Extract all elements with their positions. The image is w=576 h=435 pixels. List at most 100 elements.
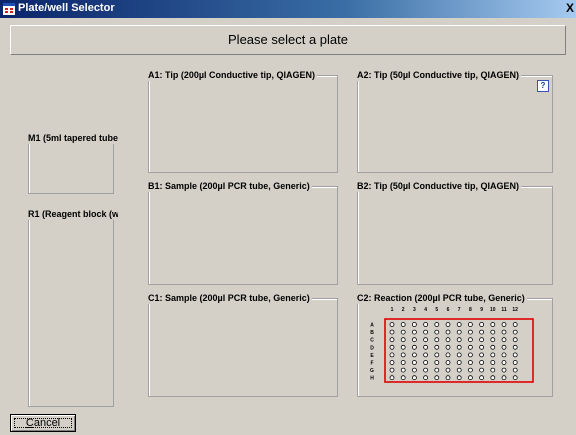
plate-well[interactable] [456,344,462,350]
plate-well[interactable] [456,352,462,358]
plate-well[interactable] [445,375,451,381]
slot-b1[interactable]: B1: Sample (200µl PCR tube, Generic) [148,180,338,285]
plate-well[interactable] [434,352,440,358]
plate-well[interactable] [468,329,473,335]
plate-well[interactable] [389,337,395,343]
plate-well[interactable] [389,367,395,373]
plate-well[interactable] [501,337,507,343]
plate-well[interactable] [445,337,451,343]
plate-well[interactable] [501,344,507,350]
plate-well[interactable] [400,344,406,350]
plate-well[interactable] [423,344,428,350]
plate-well[interactable] [434,367,440,373]
plate-well[interactable] [456,367,462,373]
plate-map[interactable]: 1 2 3 4 5 6 7 8 9 10 11 12ABCDEFGH [358,299,552,396]
plate-well[interactable] [389,360,395,365]
close-icon[interactable]: X [566,0,576,16]
plate-well[interactable] [400,360,406,365]
plate-well[interactable] [412,337,417,343]
plate-well[interactable] [479,375,484,381]
plate-well[interactable] [512,352,518,358]
plate-well[interactable] [512,322,518,327]
plate-well[interactable] [400,322,406,327]
plate-well[interactable] [445,322,451,327]
plate-well[interactable] [479,322,484,327]
plate-well[interactable] [512,329,518,335]
slot-r1[interactable]: R1 (Reagent block (w [28,208,118,407]
help-icon[interactable]: ? [537,80,549,92]
plate-well[interactable] [468,352,473,358]
plate-well[interactable] [501,375,507,381]
plate-well[interactable] [400,367,406,373]
plate-well[interactable] [456,360,462,365]
plate-well[interactable] [389,322,395,327]
plate-well[interactable] [479,337,484,343]
plate-well[interactable] [490,367,496,373]
plate-well[interactable] [412,360,417,365]
plate-well[interactable] [512,337,518,343]
plate-well[interactable] [434,329,440,335]
plate-well[interactable] [389,375,395,381]
slot-c2[interactable]: C2: Reaction (200µl PCR tube, Generic) 1… [357,292,553,397]
plate-well[interactable] [479,344,484,350]
cancel-button[interactable]: Cancel [10,414,76,432]
plate-well[interactable] [412,322,417,327]
plate-well[interactable] [512,360,518,365]
plate-well[interactable] [468,375,473,381]
plate-well[interactable] [423,352,428,358]
plate-well[interactable] [501,322,507,327]
plate-well[interactable] [412,367,417,373]
plate-well[interactable] [400,375,406,381]
plate-well[interactable] [412,375,417,381]
plate-well[interactable] [479,352,484,358]
plate-well[interactable] [490,375,496,381]
plate-well[interactable] [456,375,462,381]
plate-well[interactable] [423,367,428,373]
plate-well[interactable] [434,322,440,327]
slot-a2[interactable]: A2: Tip (50µl Conductive tip, QIAGEN) ? [357,69,553,173]
plate-well[interactable] [400,329,406,335]
plate-well[interactable] [479,360,484,365]
plate-well[interactable] [512,375,518,381]
slot-c1[interactable]: C1: Sample (200µl PCR tube, Generic) [148,292,338,397]
plate-well[interactable] [490,360,496,365]
plate-well[interactable] [412,352,417,358]
plate-well[interactable] [445,344,451,350]
plate-well[interactable] [412,344,417,350]
plate-well[interactable] [434,360,440,365]
plate-well[interactable] [479,367,484,373]
plate-well[interactable] [490,337,496,343]
plate-well[interactable] [389,329,395,335]
plate-well[interactable] [445,352,451,358]
plate-well[interactable] [389,352,395,358]
plate-well[interactable] [490,322,496,327]
plate-well[interactable] [468,344,473,350]
plate-well[interactable] [501,329,507,335]
plate-well[interactable] [490,352,496,358]
plate-well[interactable] [434,337,440,343]
slot-b2[interactable]: B2: Tip (50µl Conductive tip, QIAGEN) [357,180,553,285]
plate-well[interactable] [389,344,395,350]
plate-well[interactable] [423,322,428,327]
slot-a1[interactable]: A1: Tip (200µl Conductive tip, QIAGEN) [148,69,338,173]
plate-well[interactable] [423,375,428,381]
plate-well[interactable] [512,367,518,373]
plate-well[interactable] [468,360,473,365]
plate-well[interactable] [400,352,406,358]
plate-well[interactable] [400,337,406,343]
plate-well[interactable] [501,367,507,373]
plate-well[interactable] [412,329,417,335]
plate-well[interactable] [423,329,428,335]
plate-well[interactable] [501,352,507,358]
plate-well[interactable] [456,322,462,327]
plate-well[interactable] [490,344,496,350]
plate-well[interactable] [479,329,484,335]
plate-well[interactable] [468,337,473,343]
plate-well[interactable] [490,329,496,335]
slot-m1[interactable]: M1 (5ml tapered tube [28,132,118,194]
plate-well[interactable] [445,367,451,373]
plate-well[interactable] [423,337,428,343]
plate-well[interactable] [445,360,451,365]
plate-well[interactable] [456,337,462,343]
plate-well[interactable] [512,344,518,350]
